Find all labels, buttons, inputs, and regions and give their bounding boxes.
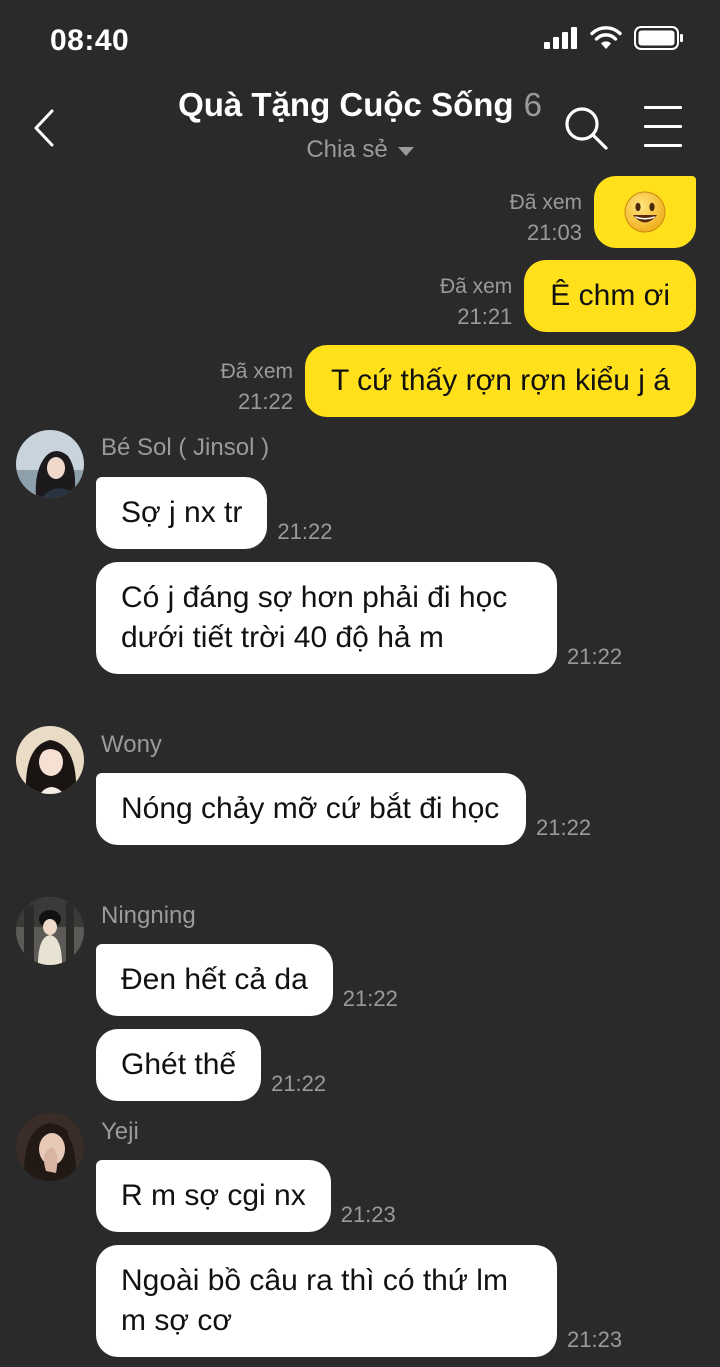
message-text: R m sợ cgi nx xyxy=(121,1179,306,1212)
search-icon xyxy=(565,107,608,150)
incoming-message: Nóng chảy mỡ cứ bắt đi học 21:22 xyxy=(96,773,591,845)
message-time: 21:22 xyxy=(536,815,592,840)
avatar-image xyxy=(16,1113,84,1181)
smiley-emoji-icon xyxy=(624,191,666,233)
message-bubble[interactable]: Nóng chảy mỡ cứ bắt đi học xyxy=(96,773,526,845)
avatar-image xyxy=(16,897,84,965)
status-time: 08:40 xyxy=(50,24,130,57)
message-time: 21:22 xyxy=(342,986,398,1011)
signal-icon xyxy=(544,27,577,49)
chat-title: Quà Tặng Cuộc Sống 6 xyxy=(110,86,610,124)
seen-status: Đã xem xyxy=(439,275,513,298)
message-bubble[interactable]: Đen hết cả da xyxy=(96,944,333,1016)
incoming-message: Có j đáng sợ hơn phải đi học dưới tiết t… xyxy=(96,562,622,674)
message-text: Sợ j nx tr xyxy=(121,496,243,529)
message-text: Có j đáng sợ hơn phải đi học dưới tiết t… xyxy=(121,581,508,654)
sender-name: Bé Sol ( Jinsol ) xyxy=(101,434,270,461)
incoming-message: Ghét thế 21:22 xyxy=(96,1029,326,1101)
message-bubble[interactable]: Ngoài bồ câu ra thì có thứ lm m sợ cơ xyxy=(96,1245,557,1357)
sender-name: Ningning xyxy=(101,902,196,929)
message-text: Ê chm ơi xyxy=(550,279,670,312)
message-time: 21:21 xyxy=(457,304,513,329)
message-bubble[interactable]: Có j đáng sợ hơn phải đi học dưới tiết t… xyxy=(96,562,557,674)
message-time: 21:23 xyxy=(567,1327,623,1352)
message-bubble[interactable]: R m sợ cgi nx xyxy=(96,1160,331,1232)
message-meta: Đã xem 21:21 xyxy=(440,272,512,332)
battery-icon xyxy=(634,26,683,50)
seen-status: Đã xem xyxy=(220,360,293,383)
message-text: Nóng chảy mỡ cứ bắt đi học xyxy=(121,792,500,825)
message-text: T cứ thấy rợn rợn kiểu j á xyxy=(331,364,670,397)
incoming-message: R m sợ cgi nx 21:23 xyxy=(96,1160,396,1232)
member-count: 6 xyxy=(523,86,542,123)
message-time: 21:22 xyxy=(277,519,333,544)
message-bubble[interactable]: T cứ thấy rợn rợn kiểu j á xyxy=(305,345,696,417)
avatar-be-sol[interactable] xyxy=(16,430,84,498)
seen-status: Đã xem xyxy=(509,191,582,214)
message-bubble[interactable]: Ghét thế xyxy=(96,1029,262,1101)
sender-name: Wony xyxy=(101,731,162,758)
chat-screen: 08:40 Quà Tặng Cuộc Sống 6 Chia sẻ Đã xe… xyxy=(0,0,720,1367)
message-text: Đen hết cả da xyxy=(121,963,308,996)
back-arrow-icon xyxy=(34,109,54,147)
message-text: Ghét thế xyxy=(121,1048,237,1081)
group-name: Quà Tặng Cuộc Sống xyxy=(178,86,514,123)
message-text: Ngoài bồ câu ra thì có thứ lm m sợ cơ xyxy=(121,1264,508,1337)
subtitle-label: Chia sẻ xyxy=(306,136,388,163)
message-bubble[interactable]: Sợ j nx tr xyxy=(96,477,268,549)
outgoing-message: Đã xem 21:03 xyxy=(510,176,696,248)
avatar-image xyxy=(16,430,84,498)
wifi-icon xyxy=(590,26,622,49)
message-time: 21:23 xyxy=(340,1202,396,1227)
search-button[interactable] xyxy=(562,104,610,152)
chat-header[interactable]: Quà Tặng Cuộc Sống 6 Chia sẻ xyxy=(110,86,610,164)
message-time: 21:22 xyxy=(237,389,293,414)
avatar-image xyxy=(16,726,84,794)
outgoing-message: Đã xem 21:21 Ê chm ơi xyxy=(440,260,696,332)
incoming-message: Ngoài bồ câu ra thì có thứ lm m sợ cơ 21… xyxy=(96,1245,622,1357)
back-button[interactable] xyxy=(24,104,64,152)
status-icons xyxy=(544,26,684,50)
message-time: 21:22 xyxy=(271,1071,327,1096)
message-time: 21:22 xyxy=(567,644,623,669)
message-bubble[interactable] xyxy=(594,176,696,248)
message-meta: Đã xem 21:22 xyxy=(221,357,293,417)
avatar-yeji[interactable] xyxy=(16,1113,84,1181)
avatar-wony[interactable] xyxy=(16,726,84,794)
sender-name: Yeji xyxy=(101,1118,139,1145)
incoming-message: Đen hết cả da 21:22 xyxy=(96,944,398,1016)
avatar-ningning[interactable] xyxy=(16,897,84,965)
outgoing-message: Đã xem 21:22 T cứ thấy rợn rợn kiểu j á xyxy=(221,345,696,417)
incoming-message: Sợ j nx tr 21:22 xyxy=(96,477,332,549)
message-time: 21:03 xyxy=(526,220,582,245)
message-bubble[interactable]: Ê chm ơi xyxy=(524,260,696,332)
caret-down-icon xyxy=(397,146,414,156)
message-meta: Đã xem 21:03 xyxy=(510,188,582,248)
menu-icon[interactable] xyxy=(644,106,682,148)
chat-subtitle[interactable]: Chia sẻ xyxy=(110,136,610,164)
